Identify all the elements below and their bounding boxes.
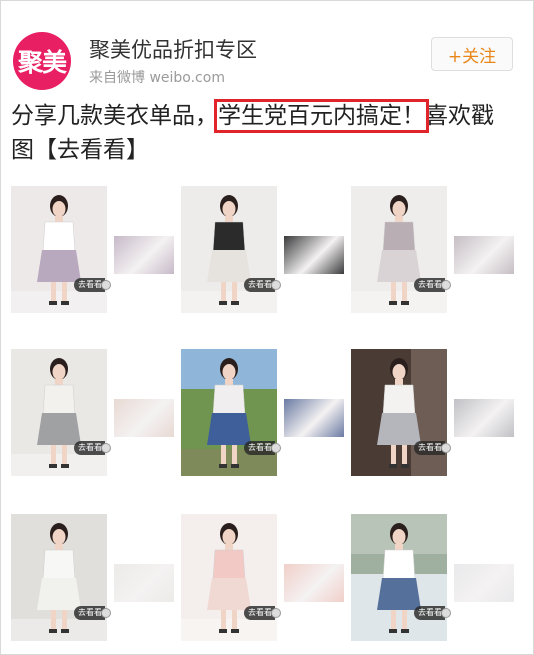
post-text: 分享几款美衣单品，学生党百元内搞定！喜欢戳图【去看看】 (11, 99, 511, 167)
product-photo[interactable] (181, 514, 277, 641)
product-photo[interactable] (181, 186, 277, 313)
product-detail-photo[interactable] (454, 399, 514, 437)
weibo-card: 聚美 聚美优品折扣专区 来自微博 weibo.com +关注 分享几款美衣单品，… (0, 0, 534, 655)
product-card[interactable]: 去看看 (11, 514, 181, 641)
product-photo[interactable] (11, 186, 107, 313)
product-detail-photo[interactable] (284, 564, 344, 602)
product-photo[interactable] (181, 349, 277, 476)
product-detail-photo[interactable] (114, 399, 174, 437)
product-detail-photo[interactable] (114, 564, 174, 602)
tag-dot-icon (101, 608, 111, 618)
product-card[interactable]: 去看看 (351, 186, 521, 313)
product-card[interactable]: 去看看 (11, 186, 181, 313)
product-card[interactable]: 去看看 (181, 186, 351, 313)
follow-button[interactable]: +关注 (431, 37, 513, 71)
product-photo[interactable] (11, 514, 107, 641)
product-card[interactable]: 去看看 (351, 349, 521, 476)
product-card[interactable]: 去看看 (181, 349, 351, 476)
post-text-intro: 分享几款美衣单品， (11, 103, 218, 129)
post-source: 来自微博 weibo.com (89, 70, 225, 86)
product-detail-photo[interactable] (454, 236, 514, 274)
product-detail-photo[interactable] (454, 564, 514, 602)
tag-dot-icon (101, 443, 111, 453)
product-photo[interactable] (351, 349, 447, 476)
tag-dot-icon (441, 443, 451, 453)
tag-dot-icon (271, 280, 281, 290)
highlighted-text: 学生党百元内搞定！ (214, 99, 429, 133)
account-name[interactable]: 聚美优品折扣专区 (89, 34, 257, 64)
avatar-text: 聚美 (17, 48, 67, 77)
product-detail-photo[interactable] (114, 236, 174, 274)
tag-dot-icon (101, 280, 111, 290)
tag-dot-icon (271, 608, 281, 618)
product-photo[interactable] (351, 186, 447, 313)
product-photo[interactable] (351, 514, 447, 641)
tag-dot-icon (271, 443, 281, 453)
product-detail-photo[interactable] (284, 236, 344, 274)
product-card[interactable]: 去看看 (351, 514, 521, 641)
product-card[interactable]: 去看看 (181, 514, 351, 641)
product-photo[interactable] (11, 349, 107, 476)
tag-dot-icon (441, 280, 451, 290)
account-avatar[interactable]: 聚美 (13, 32, 71, 90)
product-detail-photo[interactable] (284, 399, 344, 437)
tag-dot-icon (441, 608, 451, 618)
view-link[interactable]: 【去看看】 (34, 137, 149, 163)
product-card[interactable]: 去看看 (11, 349, 181, 476)
